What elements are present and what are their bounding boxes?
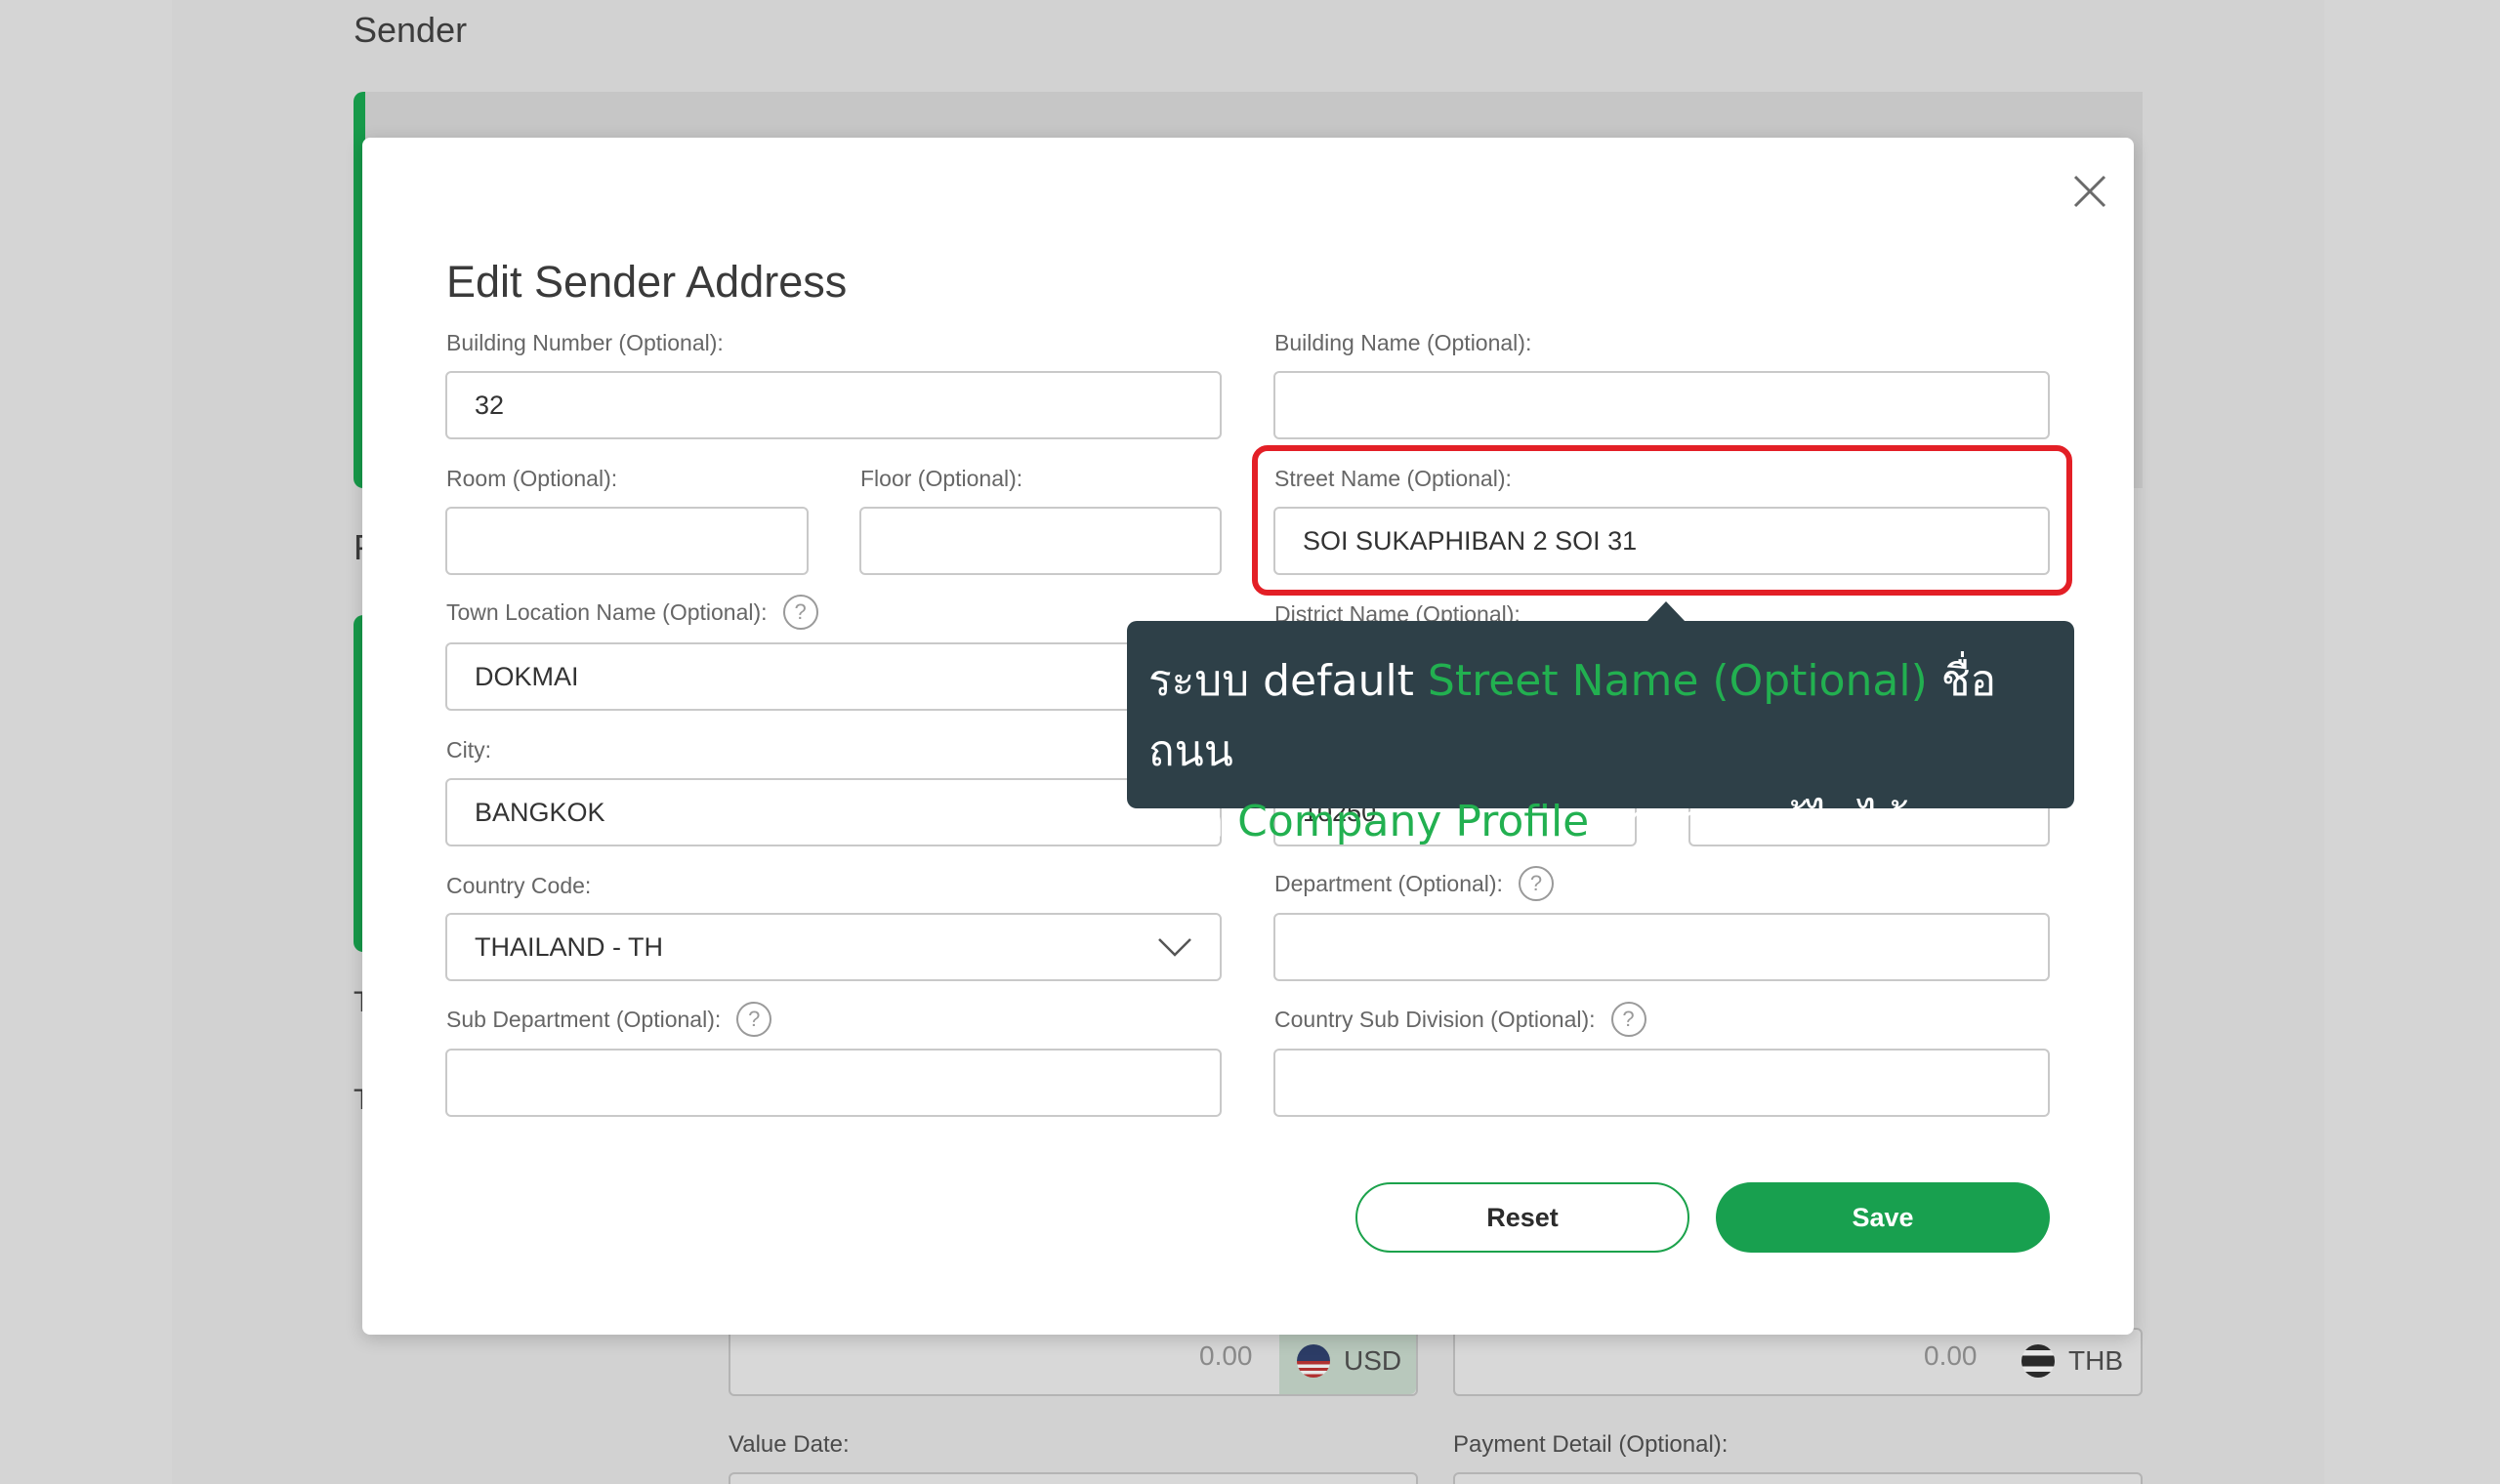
tooltip-highlight: Company Profile [1237, 797, 1590, 846]
save-button[interactable]: Save [1716, 1182, 2050, 1253]
floor-label: Floor (Optional): [860, 466, 1023, 491]
city-label: City: [446, 737, 491, 763]
town-location-label-text: Town Location Name (Optional): [446, 598, 768, 625]
country-sub-division-input[interactable] [1273, 1049, 2050, 1117]
town-location-label: Town Location Name (Optional): ? [446, 595, 818, 630]
country-code-value: THAILAND - TH [475, 931, 664, 962]
annotation-tooltip: ระบบ default Street Name (Optional) ชื่อ… [1127, 621, 2074, 846]
close-button[interactable] [2065, 167, 2114, 216]
chevron-down-icon [1158, 938, 1191, 957]
help-icon[interactable]: ? [736, 1002, 772, 1037]
building-number-label: Building Number (Optional): [446, 330, 724, 355]
us-flag-icon [1297, 1344, 1330, 1378]
close-icon [2073, 175, 2106, 208]
currency-usd: USD [1279, 1328, 1416, 1394]
value-date-field[interactable] [729, 1472, 1418, 1484]
building-number-input[interactable] [445, 371, 1222, 439]
reset-button[interactable]: Reset [1355, 1182, 1689, 1253]
building-name-input[interactable] [1273, 371, 2050, 439]
value-date-label: Value Date: [729, 1431, 850, 1458]
building-name-label: Building Name (Optional): [1274, 330, 1532, 355]
payment-detail-field[interactable] [1453, 1472, 2143, 1484]
currency-usd-label: USD [1344, 1345, 1402, 1376]
city-input[interactable] [445, 778, 1222, 846]
currency-thb-label: THB [2068, 1345, 2123, 1376]
country-code-select[interactable]: THAILAND - TH [445, 913, 1222, 981]
country-sub-division-label: Country Sub Division (Optional): ? [1274, 1002, 1646, 1037]
amount-thb-value: 0.00 [1924, 1340, 1978, 1371]
room-label: Room (Optional): [446, 466, 618, 491]
sub-department-label-text: Sub Department (Optional): [446, 1006, 722, 1032]
tooltip-line-1: ระบบ default Street Name (Optional) ชื่อ… [1148, 646, 2053, 787]
tooltip-text: ระบบ default [1148, 656, 1428, 706]
help-icon[interactable]: ? [782, 595, 818, 630]
room-input[interactable] [445, 507, 809, 575]
amount-usd-value: 0.00 [1199, 1340, 1253, 1371]
country-sub-division-label-text: Country Sub Division (Optional): [1274, 1006, 1596, 1032]
tooltip-text: สามารถแก้ไขได้ [1589, 797, 1909, 846]
help-icon[interactable]: ? [1610, 1002, 1646, 1037]
floor-input[interactable] [859, 507, 1222, 575]
tooltip-line-2: จาก Company Profile สามารถแก้ไขได้ [1148, 787, 2053, 857]
country-code-label: Country Code: [446, 873, 592, 898]
sub-department-input[interactable] [445, 1049, 1222, 1117]
department-label: Department (Optional): ? [1274, 866, 1554, 901]
help-icon[interactable]: ? [1518, 866, 1554, 901]
department-label-text: Department (Optional): [1274, 870, 1503, 896]
thai-flag-icon [2021, 1344, 2055, 1378]
tooltip-text: จาก [1148, 797, 1238, 846]
sender-section-title: Sender [354, 10, 468, 50]
tooltip-arrow [1646, 601, 1686, 622]
modal-title: Edit Sender Address [446, 257, 848, 307]
department-input[interactable] [1273, 913, 2050, 981]
tooltip-highlight: Street Name (Optional) [1427, 656, 1928, 706]
currency-thb: THB [2021, 1328, 2123, 1394]
town-location-input[interactable] [445, 642, 1222, 711]
street-name-input[interactable] [1273, 507, 2050, 575]
sub-department-label: Sub Department (Optional): ? [446, 1002, 772, 1037]
street-name-label: Street Name (Optional): [1274, 466, 1512, 491]
payment-detail-label: Payment Detail (Optional): [1453, 1431, 1729, 1458]
